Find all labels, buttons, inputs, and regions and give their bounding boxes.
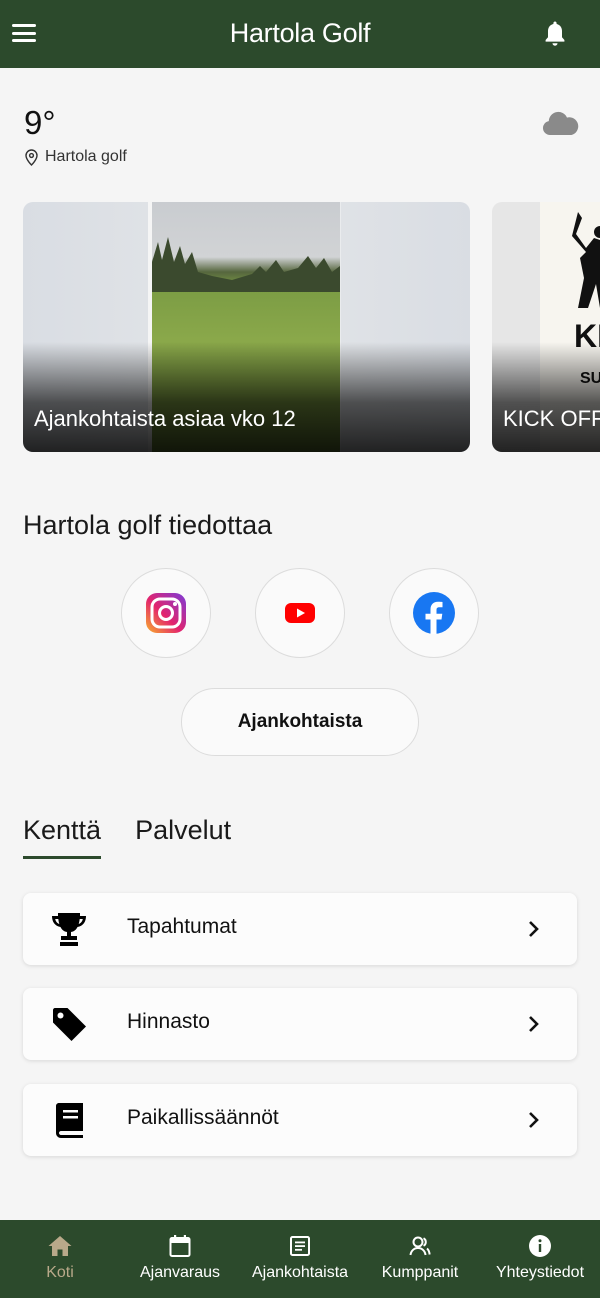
youtube-icon xyxy=(285,603,315,623)
home-icon xyxy=(48,1236,72,1256)
golfer-illustration xyxy=(572,212,600,308)
list-item-label: Hinnasto xyxy=(127,1010,210,1033)
facebook-button[interactable] xyxy=(389,568,479,658)
tab-palvelut[interactable]: Palvelut xyxy=(135,815,231,859)
partners-icon xyxy=(409,1236,431,1256)
news-card[interactable]: KI SU KICK OFF xyxy=(492,202,600,452)
top-app-bar: Hartola Golf xyxy=(0,0,600,68)
chevron-right-icon xyxy=(529,1016,539,1032)
chevron-right-icon xyxy=(529,1112,539,1128)
weather-location: Hartola golf xyxy=(24,148,127,166)
facebook-icon xyxy=(413,592,455,634)
nav-booking[interactable]: Ajanvaraus xyxy=(120,1220,240,1298)
nav-news[interactable]: Ajankohtaista xyxy=(240,1220,360,1298)
tag-icon xyxy=(53,1008,86,1041)
list-item-label: Tapahtumat xyxy=(127,915,237,938)
nav-partners[interactable]: Kumppanit xyxy=(360,1220,480,1298)
news-card[interactable]: Ajankohtaista asiaa vko 12 xyxy=(23,202,470,452)
chevron-right-icon xyxy=(529,921,539,937)
instagram-icon xyxy=(146,593,186,633)
nav-contact[interactable]: Yhteystiedot xyxy=(480,1220,600,1298)
location-pin-icon xyxy=(25,148,38,166)
info-icon xyxy=(529,1235,551,1257)
tree-line xyxy=(152,237,340,292)
trophy-icon xyxy=(52,913,86,946)
news-carousel[interactable]: Ajankohtaista asiaa vko 12 KI SU KICK OF… xyxy=(0,202,600,454)
cloud-icon xyxy=(542,111,579,136)
app-title: Hartola Golf xyxy=(229,18,371,48)
news-icon xyxy=(290,1236,310,1256)
news-card-caption: Ajankohtaista asiaa vko 12 xyxy=(34,406,296,431)
book-icon xyxy=(56,1103,83,1138)
nav-label: Kumppanit xyxy=(381,1264,459,1281)
youtube-button[interactable] xyxy=(255,568,345,658)
section-tabs: Kenttä Palvelut xyxy=(23,815,265,861)
calendar-icon xyxy=(169,1235,191,1257)
bell-icon[interactable] xyxy=(543,20,567,48)
nav-label: Yhteystiedot xyxy=(495,1264,585,1281)
list-item-events[interactable]: Tapahtumat xyxy=(23,893,577,965)
bottom-navigation: Koti Ajanvaraus Ajankohtaista Kumppanit xyxy=(0,1220,600,1298)
temperature: 9° xyxy=(24,104,56,141)
news-button[interactable]: Ajankohtaista xyxy=(181,688,419,756)
list-item-label: Paikallissäännöt xyxy=(127,1106,279,1129)
location-label: Hartola golf xyxy=(45,148,127,165)
info-section-title: Hartola golf tiedottaa xyxy=(23,510,273,540)
instagram-button[interactable] xyxy=(121,568,211,658)
tab-kentta[interactable]: Kenttä xyxy=(23,815,102,859)
weather-widget: 9° Hartola golf xyxy=(24,104,127,166)
news-card-caption: KICK OFF xyxy=(503,406,600,431)
nav-label: Ajanvaraus xyxy=(139,1264,221,1281)
list-item-pricing[interactable]: Hinnasto xyxy=(23,988,577,1060)
nav-home[interactable]: Koti xyxy=(0,1220,120,1298)
nav-label: Ajankohtaista xyxy=(251,1264,349,1281)
nav-label: Koti xyxy=(46,1264,74,1281)
list-item-local-rules[interactable]: Paikallissäännöt xyxy=(23,1084,577,1156)
